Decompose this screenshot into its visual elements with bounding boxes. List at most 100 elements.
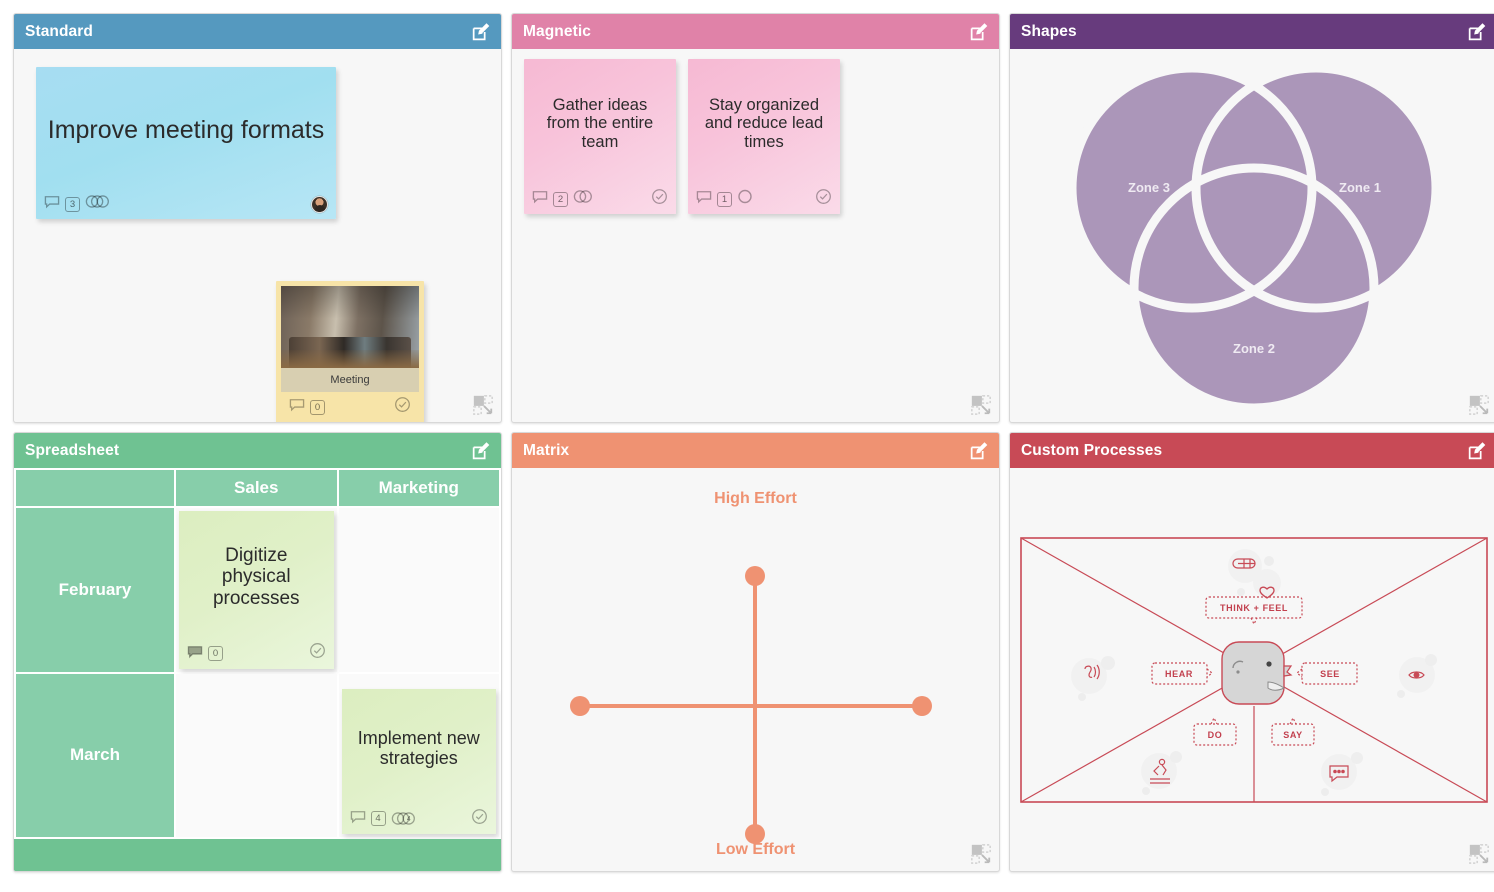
resize-handle-icon[interactable] [472,394,494,416]
cell-march-sales[interactable] [174,671,339,839]
resize-handle-icon[interactable] [1468,394,1490,416]
table-row: March Implement new strategies 4 4 [14,671,501,839]
panel-title: Matrix [523,441,570,459]
meeting-photo [281,286,419,368]
row-header-february[interactable]: February [14,506,176,674]
card-footer: 2 [524,188,676,214]
panel-header-standard: Standard [14,14,501,49]
head-profile-icon [1220,640,1293,705]
photo-card[interactable]: Meeting 0 [276,281,424,422]
panel-title: Custom Processes [1021,441,1163,459]
panel-header-shapes: Shapes [1010,14,1494,49]
resize-handle-icon[interactable] [1468,843,1490,865]
panel-header-matrix: Matrix [512,433,999,468]
cell-february-marketing[interactable] [336,506,501,674]
stacked-circles-icon[interactable]: 4 [391,811,417,826]
card-text: Implement new strategies [357,728,480,769]
card-footer: 1 [688,188,840,214]
panel-matrix[interactable]: Matrix High Effort Low Effort [511,432,1000,872]
panel-shapes[interactable]: Shapes Zone 3 Zone 1 Zone 2 [1009,13,1494,423]
stacked-circles-icon[interactable] [85,194,111,214]
edit-pencil-square-icon[interactable] [1466,21,1488,43]
footer-cell [174,836,339,871]
empathy-icon-cluster-do [1140,750,1182,795]
panel-standard[interactable]: Standard Improve meeting formats 3 Meeti… [13,13,502,423]
card-text: Improve meeting formats [47,116,325,144]
empathy-icon-cluster-think [1227,548,1281,597]
spreadsheet-table[interactable]: Sales Marketing February Digitize physic… [14,468,501,871]
comment-bubble-icon[interactable] [289,398,305,417]
row-header-march[interactable]: March [14,671,176,839]
edit-pencil-square-icon[interactable] [968,440,990,462]
photo-caption: Meeting [281,368,419,392]
comment-bubble-icon[interactable] [696,190,712,209]
panel-spreadsheet[interactable]: Spreadsheet Sales Marketing February Dig… [13,432,502,872]
stacked-circles-icon[interactable] [573,189,594,209]
empathy-label-hear: HEAR [1165,669,1193,679]
empathy-map[interactable]: THINK + FEEL HEAR SEE DO SAY [1010,468,1494,871]
single-circle-icon[interactable] [737,189,753,209]
panel-body-shapes: Zone 3 Zone 1 Zone 2 [1010,49,1494,422]
edit-pencil-square-icon[interactable] [1466,440,1488,462]
edit-pencil-square-icon[interactable] [470,21,492,43]
check-circle-icon[interactable] [309,642,326,665]
sticky-card[interactable]: Gather ideas from the entire team 2 [524,59,676,214]
edit-pencil-square-icon[interactable] [470,440,492,462]
empathy-label-do: DO [1207,730,1222,740]
resize-handle-icon[interactable] [970,394,992,416]
venn-label-zone-1: Zone 1 [1339,180,1381,195]
table-row: February Digitize physical processes 0 [14,506,501,674]
comment-count-badge: 3 [65,196,80,212]
cell-february-sales[interactable]: Digitize physical processes 0 [174,506,339,674]
column-header-sales[interactable]: Sales [174,468,339,509]
check-circle-icon[interactable] [471,808,488,830]
comment-bubble-icon[interactable] [532,190,548,209]
comment-bubble-icon[interactable] [187,643,203,665]
comment-bubble-icon[interactable] [350,808,366,829]
card-footer: 3 [36,193,336,219]
table-header-row: Sales Marketing [14,468,501,509]
panel-magnetic[interactable]: Magnetic Gather ideas from the entire te… [511,13,1000,423]
venn-label-zone-2: Zone 2 [1233,341,1275,356]
check-circle-icon[interactable] [651,188,668,210]
empathy-label-think-feel: THINK + FEEL [1220,603,1288,613]
matrix-endpoint-right [912,696,932,716]
matrix-endpoint-top [745,566,765,586]
resize-handle-icon[interactable] [970,843,992,865]
card-footer: 0 [179,643,334,669]
empathy-icon-cluster-say [1320,751,1363,796]
check-circle-icon[interactable] [815,188,832,210]
user-avatar[interactable] [311,195,328,213]
panel-title: Standard [25,22,93,40]
panel-body-custom-processes: THINK + FEEL HEAR SEE DO SAY [1010,468,1494,871]
comment-count-badge: 2 [553,191,568,207]
panel-header-custom-processes: Custom Processes [1010,433,1494,468]
footer-cell [336,836,501,871]
photo-card-footer: 0 [281,392,419,422]
sticky-card[interactable]: Implement new strategies 4 4 [341,688,497,834]
see-bubble-tail [1295,668,1302,677]
column-header-marketing[interactable]: Marketing [336,468,501,509]
edit-pencil-square-icon[interactable] [968,21,990,43]
panel-header-spreadsheet: Spreadsheet [14,433,501,468]
table-footer-row [14,836,501,871]
card-footer: 4 4 [342,808,497,834]
panel-custom-processes[interactable]: Custom Processes THINK + FEEL HEAR SEE D… [1009,432,1494,872]
footer-cell [14,836,176,871]
sticky-card[interactable]: Digitize physical processes 0 [179,511,334,669]
check-circle-icon[interactable] [394,396,411,418]
sticky-card[interactable]: Stay organized and reduce lead times 1 [688,59,840,214]
card-text: Stay organized and reduce lead times [704,95,824,151]
panel-title: Spreadsheet [25,441,120,459]
svg-text:4: 4 [406,816,410,823]
panel-body-spreadsheet: Sales Marketing February Digitize physic… [14,468,501,871]
matrix-chart[interactable]: High Effort Low Effort [512,468,999,871]
venn-diagram[interactable]: Zone 3 Zone 1 Zone 2 [1010,49,1494,422]
cell-march-marketing[interactable]: Implement new strategies 4 4 [336,671,501,839]
empathy-label-say: SAY [1283,730,1302,740]
comment-bubble-icon[interactable] [44,195,60,214]
comment-count-badge: 0 [208,646,223,662]
panel-title: Magnetic [523,22,591,40]
sticky-card[interactable]: Improve meeting formats 3 [36,67,336,219]
card-text: Digitize physical processes [212,545,300,609]
